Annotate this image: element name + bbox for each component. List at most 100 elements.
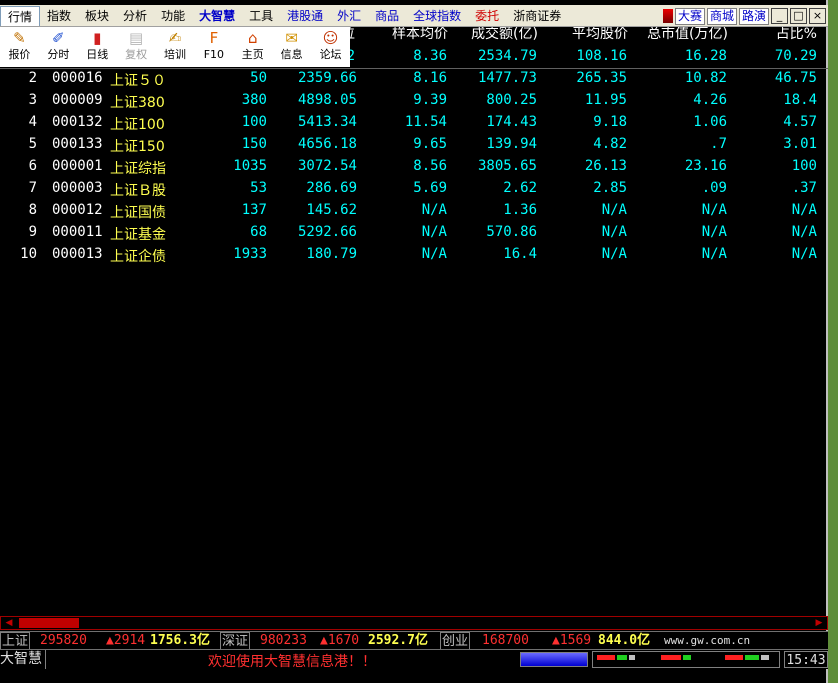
cell-index: 9 — [28, 224, 37, 240]
cell-level: 4656.18 — [297, 136, 357, 152]
cell-market-cap: N/A — [701, 202, 727, 218]
toolbar-label: 复权 — [125, 48, 148, 61]
cell-sample-avg: 9.39 — [413, 92, 447, 108]
cell-sample-avg: 8.36 — [413, 48, 447, 64]
cell-ratio: .37 — [791, 180, 817, 196]
sh-amount: 1756.3亿 — [150, 633, 210, 648]
website-link[interactable]: www.gw.com.cn — [664, 632, 750, 650]
cell-sample-avg: 8.16 — [413, 70, 447, 86]
table-row[interactable]: 5 000133 上证150 150 4656.18 9.65 139.94 4.82 .7 3.… — [0, 134, 828, 156]
menu-item-7[interactable]: 港股通 — [280, 6, 330, 26]
cell-turnover: 1477.73 — [477, 70, 537, 86]
cell-market-cap: N/A — [701, 224, 727, 240]
cell-code: 000009 — [52, 92, 103, 108]
menu-item-3[interactable]: 分析 — [116, 6, 154, 26]
menu-item-12[interactable]: 浙商证券 — [506, 6, 568, 26]
table-row[interactable]: 9 000011 上证基金 68 5292.66 N/A 570.86 N/A N/A N/A — [0, 222, 828, 244]
cell-market-cap: 10.82 — [684, 70, 727, 86]
cell-name: 上证国债 — [110, 205, 166, 221]
maximize-button[interactable]: □ — [790, 8, 807, 24]
roadshow-button[interactable]: 路演 — [738, 7, 769, 25]
mall-button[interactable]: 商城 — [706, 7, 737, 25]
menu-item-1[interactable]: 指数 — [40, 6, 78, 26]
cell-code: 000013 — [52, 246, 103, 262]
cell-market-cap: N/A — [701, 246, 727, 262]
book-icon: ▤ — [129, 29, 144, 47]
toolbar-button-2[interactable]: ▮ 日线 — [78, 27, 117, 67]
menu-right-area: 大赛 商城 路演 _ □ × — [662, 5, 826, 27]
menu-item-0[interactable]: 行情 — [0, 5, 41, 26]
table-row[interactable]: 7 000003 上证Ｂ股 53 286.69 5.69 2.62 2.85 .09 .37 — [0, 178, 828, 200]
cell-count: 137 — [241, 202, 267, 218]
toolbar-button-5[interactable]: F F10 — [194, 27, 233, 67]
menu-item-11[interactable]: 委托 — [468, 6, 506, 26]
toolbar-label: 论坛 — [319, 48, 342, 61]
cell-turnover: 3805.65 — [477, 158, 537, 174]
toolbar-label: 主页 — [241, 48, 264, 61]
toolbar-button-4[interactable]: ✍ 培训 — [156, 27, 195, 67]
table-row[interactable]: 3 000009 上证380 380 4898.05 9.39 800.25 11.95 4.2… — [0, 90, 828, 112]
cell-market-cap: 16.28 — [684, 48, 727, 64]
sz-change: ▲1670 — [320, 633, 360, 648]
cell-count: 1035 — [233, 158, 267, 174]
cell-code: 000003 — [52, 180, 103, 196]
table-row[interactable]: 10 000013 上证企债 1933 180.79 N/A 16.4 N/A N/A N/A — [0, 244, 828, 266]
menu-item-8[interactable]: 外汇 — [330, 6, 368, 26]
cell-sample-avg: 8.56 — [413, 158, 447, 174]
cell-index: 3 — [28, 92, 37, 108]
menu-item-2[interactable]: 板块 — [78, 6, 116, 26]
table-row[interactable]: 4 000132 上证100 100 5413.34 11.54 174.43 9.18 1.0… — [0, 112, 828, 134]
info-status-bar: 大智慧 欢迎使用大智慧信息港！！ 15:43 — [0, 649, 828, 670]
home-icon: ⌂ — [248, 29, 258, 47]
cell-sample-avg: N/A — [421, 202, 447, 218]
scroll-right-icon[interactable]: ▶ — [812, 617, 826, 629]
scroll-left-icon[interactable]: ◀ — [2, 617, 16, 629]
app-window: 位 样本均价 成交额(亿) 平均股价 总市值(万亿) 占比% 2 8.36 25… — [0, 0, 828, 683]
cell-code: 000132 — [52, 114, 103, 130]
cell-index: 8 — [28, 202, 37, 218]
cell-ratio: 70.29 — [774, 48, 817, 64]
menu-item-10[interactable]: 全球指数 — [406, 6, 468, 26]
cell-name: 上证企债 — [110, 249, 166, 265]
close-button[interactable]: × — [809, 8, 826, 24]
cell-name: 上证150 — [110, 139, 165, 155]
menu-item-6[interactable]: 工具 — [242, 6, 280, 26]
people-icon: ☺ — [322, 29, 339, 47]
toolbar-button-6[interactable]: ⌂ 主页 — [233, 27, 272, 67]
mail-icon: ✉ — [285, 29, 298, 47]
menu-item-5[interactable]: 大智慧 — [192, 6, 242, 26]
table-row[interactable]: 2 000016 上证５０ 50 2359.66 8.16 1477.73 265.35 10.… — [0, 68, 828, 90]
contest-button[interactable]: 大赛 — [674, 7, 705, 25]
cell-turnover: 174.43 — [486, 114, 537, 130]
scroll-thumb[interactable] — [19, 618, 79, 628]
cell-market-cap: 23.16 — [684, 158, 727, 174]
horizontal-scrollbar[interactable]: ◀ ▶ — [0, 616, 828, 630]
cell-turnover: 800.25 — [486, 92, 537, 108]
menu-item-4[interactable]: 功能 — [154, 6, 192, 26]
cell-avg-price: 4.82 — [593, 136, 627, 152]
sh-label[interactable]: 上证 — [0, 632, 31, 650]
toolbar-button-8[interactable]: ☺ 论坛 — [311, 27, 350, 67]
cell-level: 5413.34 — [297, 114, 357, 130]
toolbar-button-7[interactable]: ✉ 信息 — [272, 27, 311, 67]
cell-avg-price: N/A — [601, 202, 627, 218]
toolbar-label: F10 — [203, 48, 225, 61]
sz-label[interactable]: 深证 — [220, 632, 251, 650]
cell-code: 000133 — [52, 136, 103, 152]
toolbar-button-0[interactable]: ✎ 报价 — [0, 27, 39, 67]
cell-code: 000012 — [52, 202, 103, 218]
app-name-label: 大智慧 — [0, 650, 46, 669]
cell-turnover: 2.62 — [503, 180, 537, 196]
toolbar: ✎ 报价 ✐ 分时 ▮ 日线 ▤ 复权 ✍ 培训 F F10 ⌂ 主页 ✉ 信息 ☺ 论坛 — [0, 27, 350, 67]
toolbar-button-1[interactable]: ✐ 分时 — [39, 27, 78, 67]
table-row[interactable]: 6 000001 上证综指 1035 3072.54 8.56 3805.65 26.13 23… — [0, 156, 828, 178]
menu-item-9[interactable]: 商品 — [368, 6, 406, 26]
minimize-button[interactable]: _ — [771, 8, 788, 24]
pencil-icon: ✎ — [13, 29, 26, 47]
table-row[interactable]: 8 000012 上证国债 137 145.62 N/A 1.36 N/A N/A N/A — [0, 200, 828, 222]
cell-index: 2 — [28, 70, 37, 86]
cy-label[interactable]: 创业 — [440, 632, 471, 650]
cell-index: 5 — [28, 136, 37, 152]
cell-name: 上证基金 — [110, 227, 166, 243]
cell-ratio: N/A — [791, 202, 817, 218]
